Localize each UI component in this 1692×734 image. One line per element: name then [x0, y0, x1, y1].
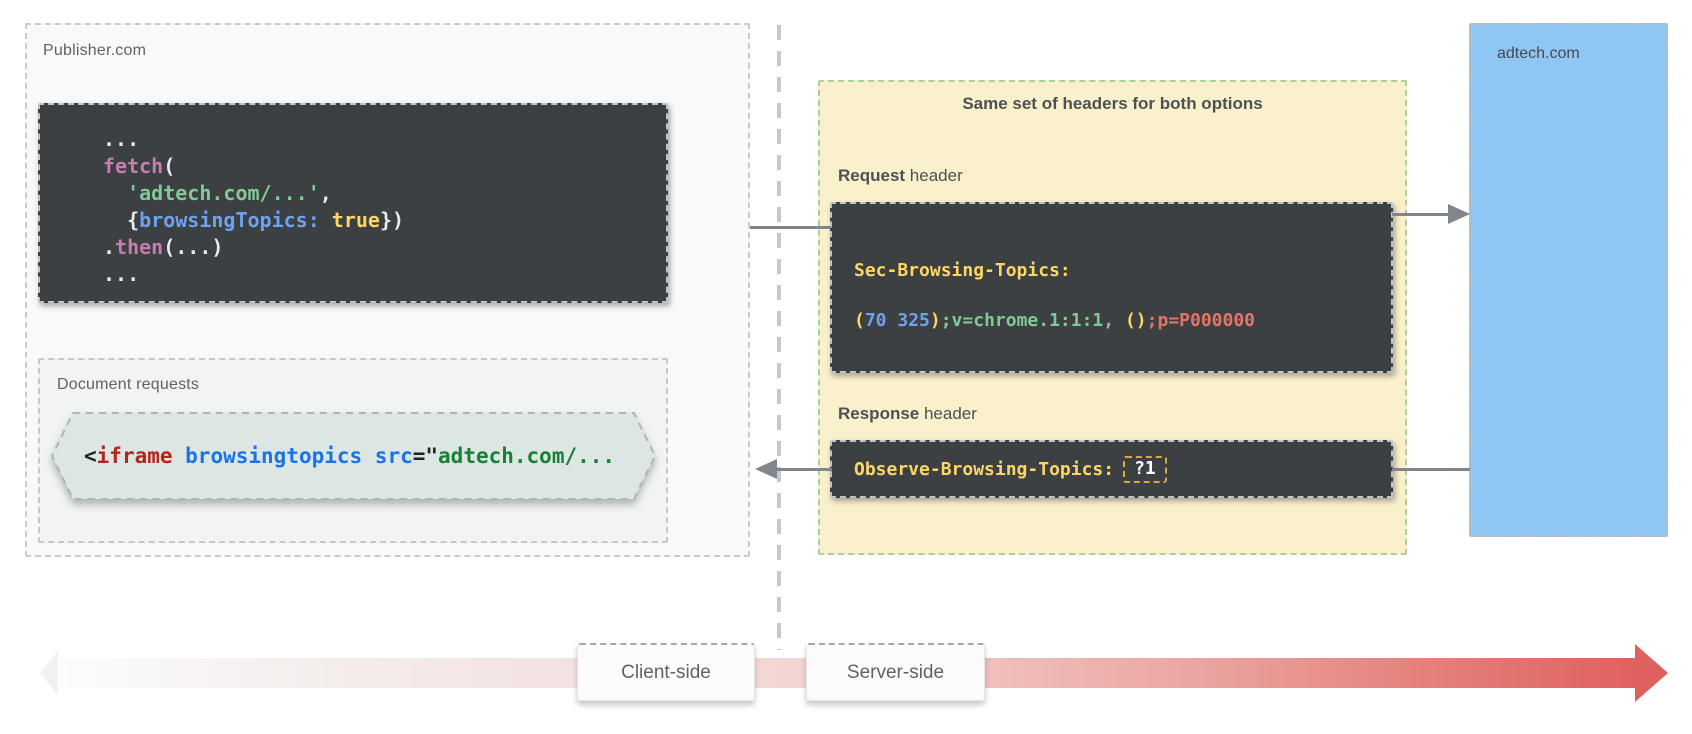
code-line: {browsingTopics: true}) [103, 207, 666, 234]
request-to-adtech-arrowhead-icon [1448, 204, 1470, 224]
timeline-right-arrowhead-icon [1635, 644, 1668, 702]
request-header-label: Request header [838, 166, 963, 186]
timeline-left-arrowhead-icon [40, 651, 58, 695]
client-side-box: Client-side [577, 643, 755, 701]
fetch-code-block: ... fetch( 'adtech.com/...', {browsingTo… [38, 103, 668, 303]
client-side-label: Client-side [621, 662, 711, 684]
request-header-value: (70 325);v=chrome.1:1:1, ();p=P000000 [854, 296, 1391, 346]
adtech-panel: adtech.com [1469, 23, 1668, 537]
topics-api-diagram: Publisher.com ... fetch( 'adtech.com/...… [0, 0, 1692, 734]
response-header-value-chip: ?1 [1123, 456, 1167, 483]
response-to-publisher-arrowhead-icon [755, 459, 777, 479]
code-line: ... [103, 261, 666, 288]
server-side-label: Server-side [847, 662, 944, 684]
request-header-label-rest: header [905, 166, 963, 185]
code-line: fetch( [103, 153, 666, 180]
response-header-name: Observe-Browsing-Topics: [854, 459, 1114, 480]
response-to-publisher-arrow-line [775, 468, 832, 471]
document-requests-label: Document requests [57, 376, 199, 394]
response-header-label-rest: header [919, 404, 977, 423]
adtech-label: adtech.com [1497, 45, 1580, 63]
client-server-divider-line [777, 25, 781, 650]
publisher-label: Publisher.com [43, 42, 146, 60]
code-line: ... [103, 126, 666, 153]
response-header-block: Observe-Browsing-Topics: ?1 [830, 440, 1393, 498]
request-to-adtech-arrow-line [1392, 213, 1450, 216]
fetch-to-request-connector-line [750, 226, 831, 229]
request-header-block: Sec-Browsing-Topics: (70 325);v=chrome.1… [830, 202, 1393, 373]
code-line: 'adtech.com/...', [103, 180, 666, 207]
request-header-label-bold: Request [838, 166, 905, 185]
response-header-label-bold: Response [838, 404, 919, 423]
code-line: .then(...) [103, 234, 666, 261]
iframe-code-snippet: <iframe browsingtopics src="adtech.com/.… [84, 444, 644, 468]
request-header-name: Sec-Browsing-Topics: [854, 246, 1391, 296]
response-header-label: Response header [838, 404, 977, 424]
server-side-box: Server-side [806, 643, 985, 701]
headers-panel-title: Same set of headers for both options [818, 94, 1407, 114]
adtech-to-response-connector-line [1392, 468, 1470, 471]
